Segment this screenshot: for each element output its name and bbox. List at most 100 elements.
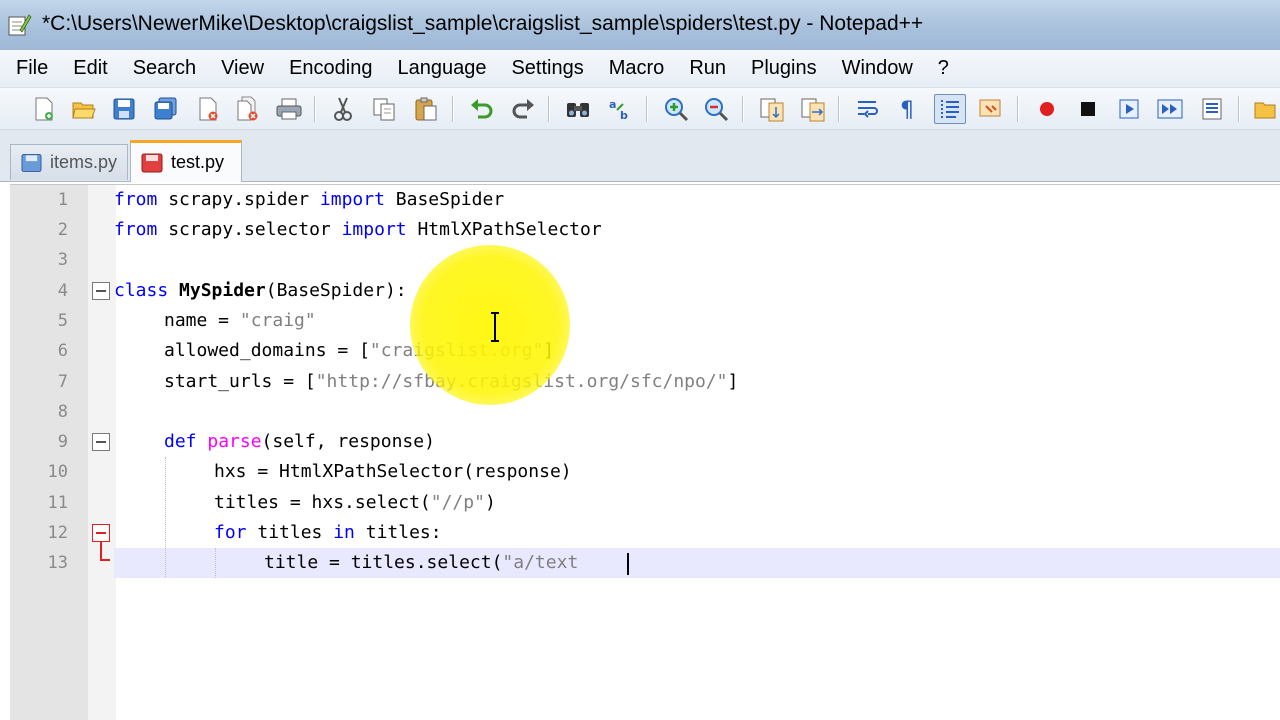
code-text: HtmlXPathSelector — [406, 219, 602, 240]
open-file-icon[interactable] — [68, 94, 100, 124]
word-wrap-icon[interactable] — [852, 94, 884, 124]
menu-bar: File Edit Search View Encoding Language … — [0, 50, 1280, 88]
replace-icon[interactable]: ab — [604, 94, 636, 124]
menu-view[interactable]: View — [221, 57, 264, 80]
run-macro-multiple-icon[interactable] — [1154, 94, 1186, 124]
line-number: 6 — [57, 341, 68, 361]
code-text: ] — [727, 371, 739, 392]
toolbar-separator — [838, 96, 840, 122]
copy-icon[interactable] — [368, 94, 400, 124]
line-number: 8 — [57, 402, 68, 422]
new-file-icon[interactable] — [28, 94, 60, 124]
zoom-in-icon[interactable] — [660, 94, 692, 124]
stop-record-icon[interactable] — [1072, 94, 1104, 124]
line-number: 7 — [57, 372, 68, 392]
line-number: 11 — [47, 493, 68, 513]
line-number-gutter: 1 2 3 4 5 6 7 8 9 10 11 12 13 — [10, 185, 88, 720]
menu-language[interactable]: Language — [397, 57, 486, 80]
cut-icon[interactable] — [327, 94, 359, 124]
code-text: hxs = HtmlXPathSelector(response) — [214, 461, 572, 482]
indent-guide — [215, 548, 216, 578]
save-icon[interactable] — [108, 94, 140, 124]
code-text: start_urls = [ — [164, 371, 316, 392]
redo-icon[interactable] — [507, 94, 539, 124]
undo-icon[interactable] — [466, 94, 498, 124]
menu-file[interactable]: File — [16, 57, 48, 80]
menu-plugins[interactable]: Plugins — [751, 57, 817, 80]
fold-line-end — [100, 559, 110, 561]
menu-search[interactable]: Search — [133, 57, 196, 80]
document-tab-bar: items.py test.py — [0, 130, 1280, 182]
menu-macro[interactable]: Macro — [609, 57, 665, 80]
code-line-2: from scrapy.selector import HtmlXPathSel… — [114, 215, 602, 245]
code-line-9: def parse(self, response) — [164, 427, 435, 457]
code-text: titles — [246, 522, 334, 543]
line-number: 9 — [57, 432, 68, 452]
keyword: from — [114, 189, 158, 210]
code-text: ] — [543, 340, 555, 361]
language-icon[interactable] — [975, 94, 1007, 124]
code-line-1: from scrapy.spider import BaseSpider — [114, 185, 504, 215]
menu-encoding[interactable]: Encoding — [289, 57, 372, 80]
keyword: from — [114, 219, 158, 240]
keyword: import — [341, 219, 407, 240]
tab-test-py[interactable]: test.py — [130, 140, 242, 182]
paste-icon[interactable] — [410, 94, 442, 124]
open-folder-icon[interactable] — [1250, 94, 1280, 124]
sync-horizontal-icon[interactable] — [797, 94, 829, 124]
record-macro-icon[interactable] — [1031, 94, 1063, 124]
code-editor[interactable]: 1 2 3 4 5 6 7 8 9 10 11 12 13 from scrap… — [10, 184, 1280, 720]
toolbar-separator — [452, 96, 454, 122]
line-number: 12 — [47, 523, 68, 543]
keyword: in — [333, 522, 355, 543]
fold-toggle-class[interactable] — [92, 282, 110, 300]
code-text: name = — [164, 310, 240, 331]
tab-items-py[interactable]: items.py — [10, 144, 128, 180]
keyword: for — [214, 522, 247, 543]
menu-help[interactable]: ? — [938, 57, 949, 80]
notepad-plus-plus-icon — [8, 14, 32, 36]
line-number: 3 — [57, 250, 68, 270]
save-macro-icon[interactable] — [1196, 94, 1228, 124]
svg-text:a: a — [609, 98, 616, 111]
code-line-10: hxs = HtmlXPathSelector(response) — [214, 457, 572, 487]
indent-guide-icon[interactable] — [934, 94, 966, 124]
menu-run[interactable]: Run — [689, 57, 726, 80]
fold-line — [100, 542, 102, 560]
code-line-4: class MySpider(BaseSpider): — [114, 276, 407, 306]
title-bar[interactable]: *C:\Users\NewerMike\Desktop\craigslist_s… — [0, 0, 1280, 50]
window-title: *C:\Users\NewerMike\Desktop\craigslist_s… — [42, 12, 924, 35]
menu-window[interactable]: Window — [842, 57, 913, 80]
line-number: 10 — [47, 462, 68, 482]
saved-file-icon — [21, 153, 42, 172]
zoom-out-icon[interactable] — [700, 94, 732, 124]
menu-settings[interactable]: Settings — [511, 57, 583, 80]
play-macro-icon[interactable] — [1113, 94, 1145, 124]
print-icon[interactable] — [273, 94, 305, 124]
keyword: class — [114, 280, 169, 301]
svg-text:¶: ¶ — [900, 98, 914, 121]
line-number: 5 — [57, 311, 68, 331]
sync-vertical-icon[interactable] — [756, 94, 788, 124]
string-literal: "craig" — [239, 310, 316, 331]
line-number: 2 — [57, 220, 68, 240]
menu-edit[interactable]: Edit — [73, 57, 107, 80]
fold-toggle-def[interactable] — [92, 433, 110, 451]
show-all-chars-icon[interactable]: ¶ — [892, 94, 924, 124]
string-literal: "//p" — [430, 492, 485, 513]
save-all-icon[interactable] — [150, 94, 182, 124]
close-all-icon[interactable] — [232, 94, 264, 124]
code-line-7: start_urls = ["http://sfbay.craigslist.o… — [164, 367, 738, 397]
close-icon[interactable] — [192, 94, 224, 124]
indent-guide — [165, 457, 166, 577]
toolbar: ab ¶ — [0, 88, 1280, 130]
fold-toggle-for[interactable] — [92, 524, 110, 542]
find-icon[interactable] — [562, 94, 594, 124]
code-text: title = titles.select( — [264, 552, 503, 573]
string-literal: "a/text — [502, 552, 579, 573]
code-text: titles: — [354, 522, 442, 543]
code-text: scrapy.spider — [157, 189, 320, 210]
text-caret — [627, 553, 629, 575]
toolbar-separator — [548, 96, 550, 122]
toolbar-separator — [1238, 96, 1240, 122]
